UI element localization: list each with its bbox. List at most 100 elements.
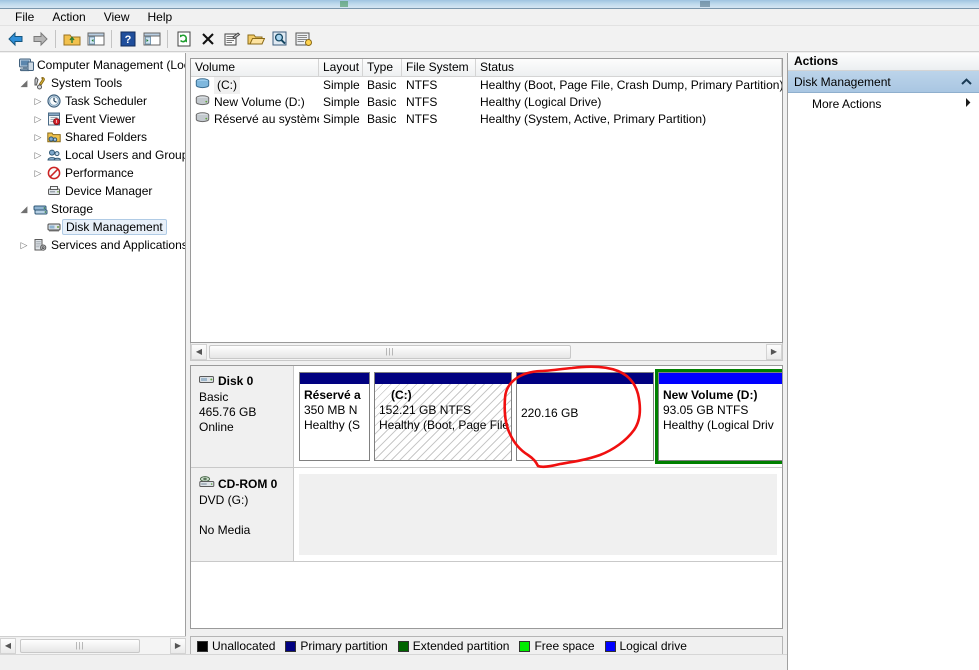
tree-horizontal-scrollbar[interactable]: ◀ ||| ▶ <box>0 636 186 654</box>
disk-management-content-pane: Volume Layout Type File System Status (C… <box>187 53 786 656</box>
partition-size-label: 93.05 GB NTFS <box>663 403 749 417</box>
disk-row-cdrom-0[interactable]: CD-ROM 0 DVD (G:) No Media <box>191 468 782 562</box>
partition-reserve-systeme[interactable]: Réservé a 350 MB N Healthy (S <box>299 372 370 461</box>
tree-node-services-and-applications[interactable]: ▷ Services and Applications <box>3 236 185 254</box>
disk-title: Disk 0 <box>199 374 293 389</box>
legend-item-logical-drive: Logical drive <box>604 639 687 653</box>
storage-icon <box>31 202 49 216</box>
disk-info-cdrom-0[interactable]: CD-ROM 0 DVD (G:) No Media <box>191 468 294 561</box>
collapse-arrow-icon[interactable]: ◢ <box>17 78 31 89</box>
expand-arrow-icon[interactable]: ▷ <box>17 240 31 251</box>
toolbar-separator <box>167 29 168 48</box>
disk-capacity-label: 465.76 GB <box>199 405 257 419</box>
expand-arrow-icon[interactable]: ▷ <box>31 114 45 125</box>
table-row[interactable]: (C:) Simple Basic NTFS Healthy (Boot, Pa… <box>191 77 782 94</box>
tree-node-task-scheduler[interactable]: ▷ Task Scheduler <box>3 92 185 110</box>
disk-icon <box>199 374 215 389</box>
legend-item-extended-partition: Extended partition <box>397 639 509 653</box>
volume-name-label: (C:) <box>214 77 240 94</box>
partition-status-label: Healthy (S <box>304 418 361 432</box>
tree-node-system-tools[interactable]: ◢ System Tools <box>3 74 185 92</box>
help-icon[interactable]: ? <box>116 28 139 50</box>
column-header-status[interactable]: Status <box>476 59 782 76</box>
expand-arrow-icon[interactable]: ▷ <box>31 150 45 161</box>
partition-name-label: Réservé a <box>304 388 361 402</box>
volume-type-cell: Basic <box>367 78 397 92</box>
shared-folders-icon <box>45 130 63 144</box>
expand-arrow-icon[interactable]: ▷ <box>31 168 45 179</box>
disk-row-disk-0[interactable]: Disk 0 Basic 465.76 GB Online Réservé a … <box>191 366 782 468</box>
device-manager-icon <box>45 184 63 198</box>
show-hide-action-pane-icon[interactable] <box>140 28 163 50</box>
scrollbar-track[interactable]: ||| <box>207 343 766 360</box>
volume-layout-cell: Simple <box>323 95 360 109</box>
forward-icon[interactable] <box>28 28 51 50</box>
scrollbar-thumb[interactable]: ||| <box>209 344 571 359</box>
disk-info-disk-0[interactable]: Disk 0 Basic 465.76 GB Online <box>191 366 294 467</box>
scroll-right-arrow-icon[interactable]: ▶ <box>766 343 782 360</box>
actions-group-disk-management[interactable]: Disk Management <box>788 71 979 93</box>
delete-icon[interactable] <box>196 28 219 50</box>
menu-action[interactable]: Action <box>43 9 94 26</box>
folder-open-icon[interactable] <box>244 28 267 50</box>
scroll-left-arrow-icon[interactable]: ◀ <box>191 343 207 360</box>
back-icon[interactable] <box>4 28 27 50</box>
tree-node-local-users-and-groups[interactable]: ▷ Local Users and Groups <box>3 146 185 164</box>
graphical-disk-view[interactable]: Disk 0 Basic 465.76 GB Online Réservé a … <box>190 365 783 629</box>
disk-partition-bars: Réservé a 350 MB N Healthy (S (C:) 152.2… <box>294 366 782 467</box>
tree-node-computer-management[interactable]: ▷ Computer Management (Local <box>3 56 185 74</box>
cdrom-empty-area <box>299 474 777 555</box>
partition-c-drive[interactable]: (C:) 152.21 GB NTFS Healthy (Boot, Page … <box>374 372 512 461</box>
rescan-disks-icon[interactable] <box>268 28 291 50</box>
volume-name-label: Réservé au système <box>214 112 319 126</box>
actions-pane-title: Actions <box>788 53 979 71</box>
table-row[interactable]: New Volume (D:) Simple Basic NTFS Health… <box>191 94 782 111</box>
actions-item-more-actions[interactable]: More Actions <box>788 93 979 115</box>
menu-help[interactable]: Help <box>139 9 182 26</box>
tree-node-label: Storage <box>51 202 94 216</box>
table-row[interactable]: Réservé au système Simple Basic NTFS Hea… <box>191 111 782 128</box>
menu-view[interactable]: View <box>95 9 139 26</box>
all-tasks-icon[interactable] <box>292 28 315 50</box>
scrollbar-track[interactable]: ||| <box>16 637 170 654</box>
folder-up-icon[interactable] <box>60 28 83 50</box>
partition-new-volume-d[interactable]: New Volume (D:) 93.05 GB NTFS Healthy (L… <box>655 369 782 464</box>
tree-node-event-viewer[interactable]: ▷ ! Event Viewer <box>3 110 185 128</box>
refresh-icon[interactable] <box>172 28 195 50</box>
column-header-file-system[interactable]: File System <box>402 59 476 76</box>
menu-file[interactable]: File <box>6 9 43 26</box>
scrollbar-thumb[interactable]: ||| <box>20 638 140 653</box>
event-viewer-icon: ! <box>45 112 63 126</box>
properties-icon[interactable] <box>220 28 243 50</box>
expand-arrow-icon[interactable]: ▷ <box>31 96 45 107</box>
scroll-left-arrow-icon[interactable]: ◀ <box>0 637 16 654</box>
collapse-arrow-icon[interactable]: ◢ <box>17 204 31 215</box>
volume-list-horizontal-scrollbar[interactable]: ◀ ||| ▶ <box>190 343 783 361</box>
chevron-up-icon[interactable] <box>961 75 972 89</box>
disk-name-label: CD-ROM 0 <box>218 476 278 491</box>
tree-node-disk-management[interactable]: ▷ Disk Management <box>3 218 185 236</box>
scroll-right-arrow-icon[interactable]: ▶ <box>170 637 186 654</box>
volume-name-cell[interactable]: Réservé au système <box>191 111 319 128</box>
actions-pane: Actions Disk Management More Actions <box>787 53 979 670</box>
tree-node-storage[interactable]: ◢ Storage <box>3 200 185 218</box>
disk-management-icon <box>45 220 63 234</box>
disk-name-label: Disk 0 <box>218 374 254 388</box>
column-header-layout[interactable]: Layout <box>319 59 363 76</box>
show-hide-console-tree-icon[interactable] <box>84 28 107 50</box>
console-tree-pane[interactable]: ▷ Computer Management (Local ◢ System To… <box>0 53 186 653</box>
expand-arrow-icon[interactable]: ▷ <box>31 132 45 143</box>
column-header-volume[interactable]: Volume <box>191 59 319 76</box>
partition-header-bar <box>517 373 653 384</box>
volume-name-cell[interactable]: (C:) <box>191 77 319 94</box>
tree-node-shared-folders[interactable]: ▷ Shared Folders <box>3 128 185 146</box>
volume-name-cell[interactable]: New Volume (D:) <box>191 94 319 111</box>
partition-size-label: 350 MB N <box>304 403 358 417</box>
tree-node-performance[interactable]: ▷ Performance <box>3 164 185 182</box>
disk-state-label: Online <box>199 420 234 434</box>
chevron-right-icon[interactable] <box>964 97 972 111</box>
volume-list[interactable]: Volume Layout Type File System Status (C… <box>190 58 783 343</box>
column-header-type[interactable]: Type <box>363 59 402 76</box>
partition-free-space[interactable]: 220.16 GB <box>516 372 654 461</box>
tree-node-device-manager[interactable]: ▷ Device Manager <box>3 182 185 200</box>
